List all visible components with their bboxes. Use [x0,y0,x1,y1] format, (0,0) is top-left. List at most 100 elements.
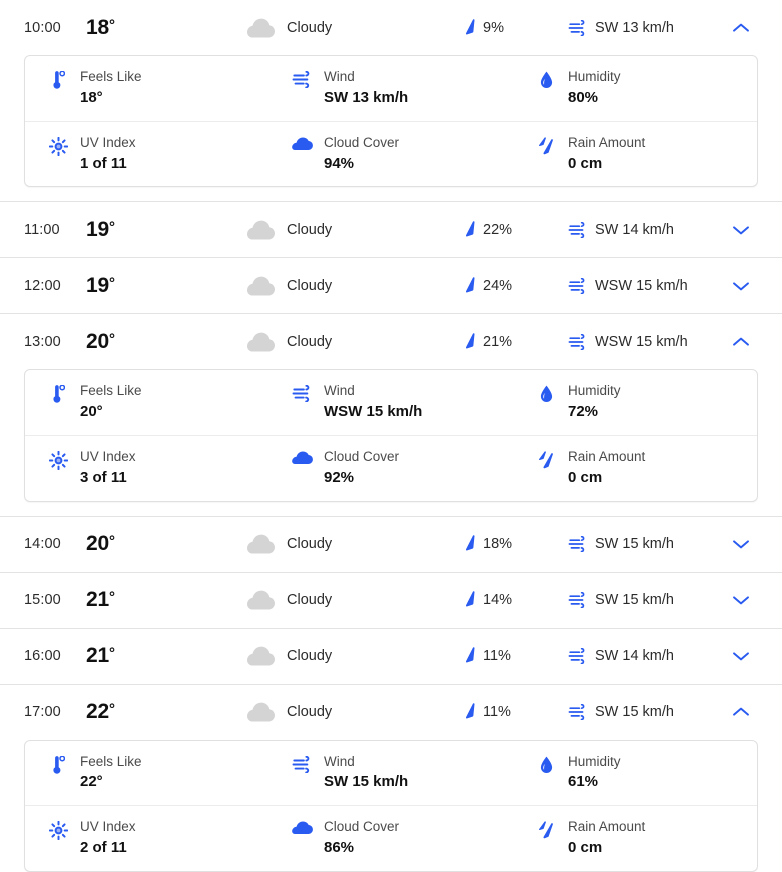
hour-wind: SW 15 km/h [568,592,718,608]
thermometer-icon [47,69,69,91]
collapse-row-button[interactable] [718,22,764,34]
hour-group: 15:00 21° Cloudy 14% SW 15 km/h [0,572,782,629]
cloudy-icon [246,17,276,39]
hour-group: 12:00 19° Cloudy 24% WSW 15 km/h [0,258,782,314]
hour-group: 11:00 19° Cloudy 22% SW 14 km/h [0,202,782,258]
detail-cell-humidity: Humidity 61% [513,741,757,806]
detail-label-uv-index: UV Index [80,819,136,835]
hour-condition: Cloudy [236,589,464,611]
hour-group: 13:00 20° Cloudy 21% WSW 15 km/h Feels L… [0,314,782,515]
chevron-down-icon [732,538,750,550]
temperature-value: 20 [86,532,109,555]
detail-row-top: Feels Like 20° Wind WSW 15 km/h Humidity… [25,370,757,435]
wind-value: SW 15 km/h [595,536,674,552]
hour-precipitation: 22% [464,220,568,239]
expand-row-button[interactable] [718,280,764,292]
sun-icon [47,449,69,470]
card-spacer [0,187,782,201]
condition-label: Cloudy [287,704,333,720]
hour-precipitation: 18% [464,535,568,553]
hour-precipitation: 9% [464,18,568,37]
chevron-up-icon [732,706,750,718]
wind-icon [291,69,313,88]
expand-row-button[interactable] [718,224,764,236]
detail-label-rain-amount: Rain Amount [568,448,646,464]
detail-cell-uv-index: UV Index 3 of 11 [25,434,269,501]
hour-precipitation: 21% [464,332,568,351]
wind-icon [568,536,587,552]
hour-row-1300[interactable]: 13:00 20° Cloudy 21% WSW 15 km/h [0,314,782,370]
hour-temperature: 19° [86,218,236,242]
hour-precipitation: 11% [464,703,568,721]
detail-value-uv-index: 1 of 11 [80,154,127,172]
hour-temperature: 20° [86,532,236,556]
detail-row-top: Feels Like 22° Wind SW 15 km/h Humidity … [25,741,757,806]
hour-row-1600[interactable]: 16:00 21° Cloudy 11% SW 14 km/h [0,628,782,684]
detail-cell-wind: Wind SW 13 km/h [269,56,513,121]
hour-row-1200[interactable]: 12:00 19° Cloudy 24% WSW 15 km/h [0,258,782,314]
rain-droplets-icon [535,135,557,156]
detail-label-humidity: Humidity [568,383,621,399]
detail-label-wind: Wind [324,383,355,399]
detail-cell-rain-amount: Rain Amount 0 cm [513,434,757,501]
hour-condition: Cloudy [236,645,464,667]
hour-row-1100[interactable]: 11:00 19° Cloudy 22% SW 14 km/h [0,202,782,258]
expand-row-button[interactable] [718,538,764,550]
hour-wind: SW 14 km/h [568,221,718,238]
hour-condition: Cloudy [236,219,464,241]
cloudy-icon [246,275,276,297]
precipitation-drop-icon [464,647,476,665]
wind-icon [291,383,313,403]
hour-row-1000[interactable]: 10:00 18° Cloudy 9% SW 13 km/h [0,0,782,55]
detail-row-bottom: UV Index 3 of 11 Cloud Cover 92% Rain Am… [25,434,757,501]
temperature-value: 19 [86,273,109,297]
detail-value-cloud-cover: 86% [324,839,355,856]
hour-group: 10:00 18° Cloudy 9% SW 13 km/h Feels Lik… [0,0,782,201]
cloudy-icon [246,219,276,241]
sun-icon [47,135,69,156]
wind-icon [568,704,587,720]
hour-row-1700[interactable]: 17:00 22° Cloudy 11% SW 15 km/h [0,684,782,740]
condition-label: Cloudy [287,19,333,36]
detail-row-bottom: UV Index 2 of 11 Cloud Cover 86% Rain Am… [25,805,757,871]
humidity-droplet-icon [535,383,557,403]
chevron-down-icon [732,280,750,292]
detail-value-humidity: 80% [568,88,599,106]
degree-symbol: ° [108,589,115,606]
hour-condition: Cloudy [236,701,464,723]
hour-row-1400[interactable]: 14:00 20° Cloudy 18% SW 15 km/h [0,516,782,572]
cloudy-icon [246,589,276,611]
precipitation-drop-icon [464,332,476,351]
precipitation-value: 18% [483,536,513,552]
chevron-up-icon [732,336,750,348]
detail-cell-humidity: Humidity 72% [513,370,757,435]
hour-temperature: 20° [86,330,236,354]
detail-label-cloud-cover: Cloud Cover [324,819,400,835]
precipitation-value: 9% [483,19,504,36]
expand-row-button[interactable] [718,650,764,662]
hour-time: 11:00 [24,221,60,238]
condition-label: Cloudy [287,648,333,664]
chevron-down-icon [732,650,750,662]
collapse-row-button[interactable] [718,706,764,718]
precipitation-value: 14% [483,592,513,608]
collapse-row-button[interactable] [718,336,764,348]
detail-value-rain-amount: 0 cm [568,839,603,856]
precipitation-value: 21% [483,333,513,350]
cloudy-icon [246,331,276,353]
detail-label-feels-like: Feels Like [80,753,142,769]
detail-cell-cloud-cover: Cloud Cover 94% [269,120,513,187]
cloudy-icon [246,533,276,555]
detail-cell-uv-index: UV Index 1 of 11 [25,120,269,187]
wind-icon [568,19,587,36]
hour-wind: SW 14 km/h [568,648,718,664]
wind-icon [568,648,587,664]
rain-droplets-icon [535,449,557,470]
hour-row-1500[interactable]: 15:00 21° Cloudy 14% SW 15 km/h [0,572,782,628]
hour-precipitation: 14% [464,591,568,609]
rain-droplets-icon [535,819,557,840]
wind-value: SW 13 km/h [595,19,674,36]
degree-symbol: ° [108,16,115,34]
degree-symbol: ° [108,533,115,550]
expand-row-button[interactable] [718,594,764,606]
